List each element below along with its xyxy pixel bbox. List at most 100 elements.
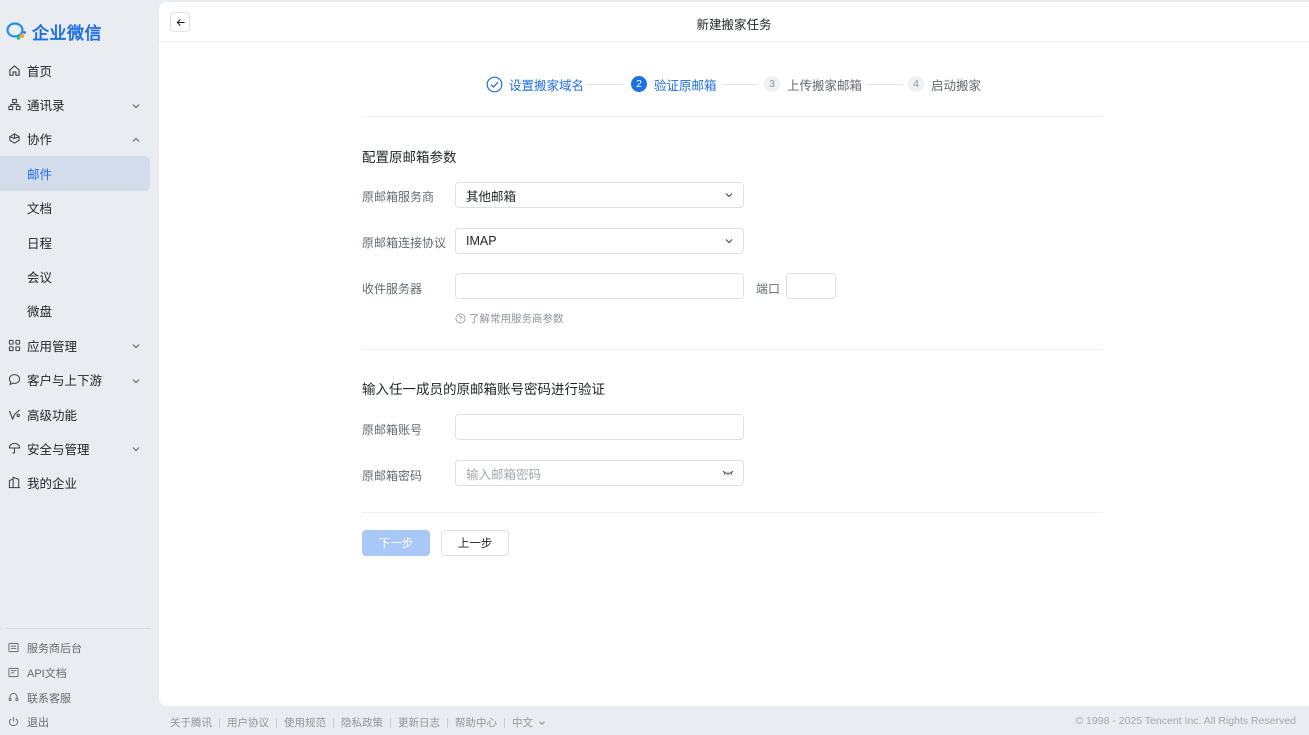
footer-separator [219, 717, 220, 728]
chevron-down-icon [724, 236, 734, 246]
provider-label: 原邮箱服务商 [362, 190, 435, 204]
bottom-link-label: 联系客服 [27, 692, 71, 705]
chat-icon [7, 373, 21, 387]
home-icon [7, 63, 21, 77]
server-label: 收件服务器 [362, 282, 423, 296]
footer-link-usage-rules[interactable]: 使用规范 [284, 715, 326, 730]
server-input[interactable] [455, 273, 744, 299]
eye-closed-icon[interactable] [722, 468, 734, 478]
sidebar-item-mail[interactable]: 邮件 [0, 156, 150, 191]
sidebar-item-advanced[interactable]: 高级功能 [0, 397, 158, 431]
sidebar-item-label: 安全与管理 [27, 442, 90, 457]
footer-separator [333, 717, 334, 728]
protocol-label: 原邮箱连接协议 [362, 236, 447, 250]
chevron-down-icon [131, 375, 141, 385]
account-input[interactable] [455, 414, 744, 440]
language-selector[interactable]: 中文 [512, 715, 546, 730]
step-indicator: 设置搬家域名 2 验证原邮箱 3 上传搬家邮箱 4 启动搬家 [159, 74, 1309, 94]
step-2: 2 验证原邮箱 [631, 74, 717, 94]
sidebar-item-security[interactable]: 安全与管理 [0, 431, 158, 465]
footer-link-privacy[interactable]: 隐私政策 [341, 715, 383, 730]
wecom-logo-icon [6, 22, 26, 40]
chevron-down-icon [131, 340, 141, 350]
advanced-icon [7, 407, 21, 421]
sidebar-item-customers[interactable]: 客户与上下游 [0, 363, 158, 397]
power-icon [8, 716, 20, 728]
sidebar-item-drive[interactable]: 微盘 [0, 294, 158, 328]
protocol-select[interactable]: IMAP [455, 228, 744, 254]
headset-icon [8, 692, 20, 704]
step-1: 设置搬家域名 [486, 74, 584, 94]
config-section-title: 配置原邮箱参数 [362, 150, 457, 165]
footer-link-user-agreement[interactable]: 用户协议 [227, 715, 269, 730]
step-number: 3 [764, 76, 780, 92]
step-label: 启动搬家 [931, 78, 982, 93]
sidebar: 企业微信 首页 通讯录 协作 邮件 文档 日程 会议 微盘 应用管理 客户与上下… [0, 0, 158, 735]
sidebar-item-label: 应用管理 [27, 339, 78, 354]
sidebar-item-label: 日程 [27, 236, 53, 251]
footer-link-changelog[interactable]: 更新日志 [398, 715, 440, 730]
sidebar-item-meeting[interactable]: 会议 [0, 259, 158, 293]
next-button[interactable]: 下一步 [362, 530, 430, 556]
provider-select[interactable]: 其他邮箱 [455, 182, 744, 208]
step-connector [587, 84, 625, 85]
chevron-down-icon [131, 443, 141, 453]
collab-icon [7, 132, 21, 146]
prev-button[interactable]: 上一步 [441, 530, 509, 556]
divider [362, 349, 1103, 350]
step-connector [867, 84, 903, 85]
footer-separator [390, 717, 391, 728]
sidebar-item-label: 客户与上下游 [27, 374, 103, 389]
sidebar-item-label: 文档 [27, 202, 53, 217]
footer-separator [504, 717, 505, 728]
sidebar-divider [6, 628, 150, 629]
divider [362, 512, 1103, 513]
sidebar-item-schedule[interactable]: 日程 [0, 225, 158, 259]
sidebar-item-contacts[interactable]: 通讯录 [0, 87, 158, 121]
step-number: 2 [631, 76, 647, 92]
brand-name: 企业微信 [32, 23, 102, 43]
question-circle-icon [455, 313, 466, 324]
copyright: © 1998 - 2025 Tencent Inc. All Rights Re… [1075, 715, 1296, 727]
service-icon [8, 642, 20, 654]
contact-support-link[interactable]: 联系客服 [0, 685, 158, 710]
footer-link-about[interactable]: 关于腾讯 [170, 715, 212, 730]
sidebar-item-docs[interactable]: 文档 [0, 191, 158, 225]
step-3: 3 上传搬家邮箱 [764, 74, 862, 94]
footer-links: 关于腾讯 用户协议 使用规范 隐私政策 更新日志 帮助中心 中文 [170, 715, 546, 730]
brand-logo[interactable]: 企业微信 [6, 18, 102, 44]
step-4: 4 启动搬家 [908, 74, 981, 94]
step-label: 上传搬家邮箱 [787, 78, 863, 93]
provider-value: 其他邮箱 [466, 189, 517, 204]
step-label: 验证原邮箱 [654, 78, 717, 93]
sidebar-item-label: 会议 [27, 271, 53, 286]
provider-params-help-link[interactable]: 了解常用服务商参数 [455, 311, 564, 326]
sidebar-item-collab[interactable]: 协作 [0, 122, 158, 156]
page-title: 新建搬家任务 [696, 18, 772, 32]
sidebar-item-apps[interactable]: 应用管理 [0, 328, 158, 362]
verify-section-title: 输入任一成员的原邮箱账号密码进行验证 [362, 382, 605, 397]
org-icon [7, 98, 21, 112]
panel-header: 新建搬家任务 [159, 2, 1309, 42]
sidebar-item-label: 首页 [27, 64, 53, 79]
chevron-down-icon [539, 720, 545, 725]
main-panel: 新建搬家任务 设置搬家域名 2 验证原邮箱 3 上传搬家邮箱 4 启动搬家 配置… [159, 2, 1309, 706]
footer-separator [447, 717, 448, 728]
password-input[interactable]: 输入邮箱密码 [455, 460, 744, 486]
sidebar-item-my-company[interactable]: 我的企业 [0, 466, 158, 500]
footer-link-help[interactable]: 帮助中心 [455, 715, 497, 730]
logout-link[interactable]: 退出 [0, 710, 158, 735]
sidebar-item-label: 协作 [27, 133, 53, 148]
api-docs-link[interactable]: API文档 [0, 661, 158, 686]
bottom-link-label: 退出 [27, 717, 49, 730]
service-provider-link[interactable]: 服务商后台 [0, 636, 158, 661]
sidebar-nav: 首页 通讯录 协作 邮件 文档 日程 会议 微盘 应用管理 客户与上下游 高级功… [0, 53, 158, 500]
doc-icon [8, 667, 20, 679]
sidebar-item-home[interactable]: 首页 [0, 53, 158, 87]
bottom-link-label: 服务商后台 [27, 643, 82, 656]
port-input[interactable] [786, 273, 836, 299]
bottom-link-label: API文档 [27, 668, 67, 681]
sidebar-item-label: 邮件 [27, 167, 53, 182]
check-circle-icon [486, 76, 503, 92]
apps-icon [7, 338, 21, 352]
